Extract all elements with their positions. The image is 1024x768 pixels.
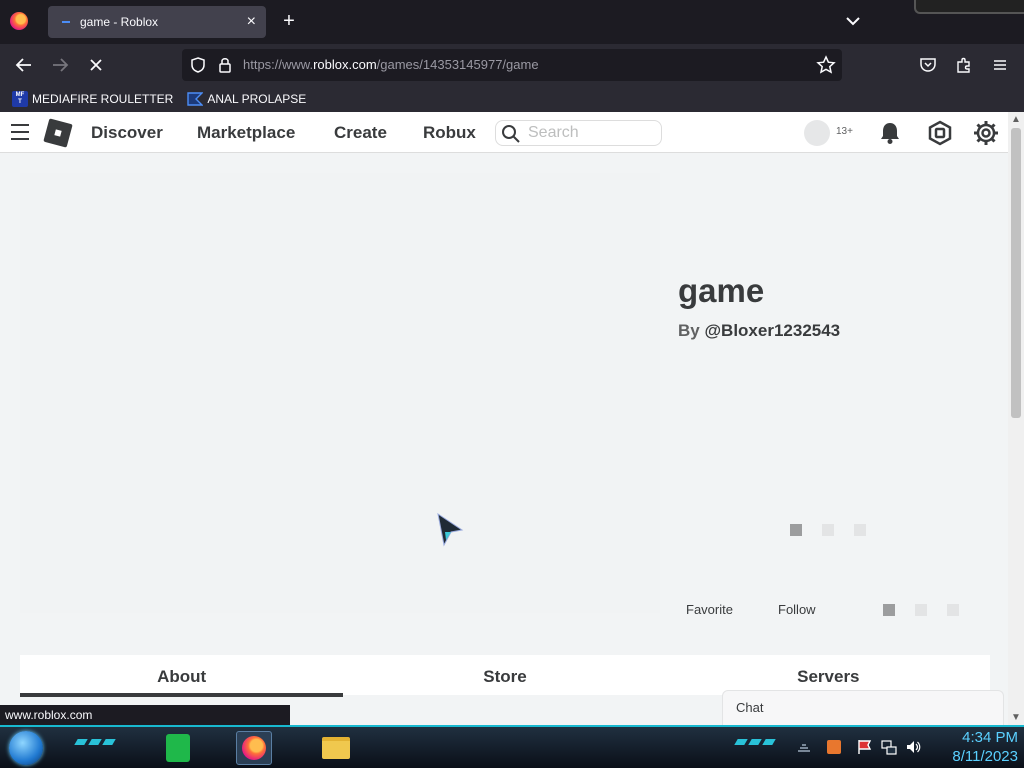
roblox-logo-icon[interactable]	[43, 118, 73, 148]
back-button[interactable]	[12, 53, 36, 77]
browser-navigation-bar: https://www.roblox.com/games/14353145977…	[0, 44, 1024, 86]
firefox-icon[interactable]	[10, 12, 28, 30]
new-tab-button[interactable]: +	[278, 10, 300, 32]
taskbar-decoration	[734, 739, 776, 745]
link-status-bar: www.roblox.com	[0, 705, 290, 725]
chevron-down-icon	[846, 17, 860, 26]
extensions-button[interactable]	[952, 53, 976, 77]
address-bar[interactable]: https://www.roblox.com/games/14353145977…	[182, 49, 842, 81]
window-frame-decoration	[914, 0, 1024, 14]
clock-date: 8/11/2023	[952, 748, 1018, 765]
system-clock[interactable]: 4:34 PM 8/11/2023	[930, 728, 1018, 766]
game-title: game	[678, 272, 765, 309]
show-hidden-icons-icon[interactable]	[796, 739, 812, 755]
arrow-left-icon	[15, 58, 31, 72]
pocket-button[interactable]	[916, 53, 940, 77]
nav-robux[interactable]: Robux	[423, 123, 476, 143]
taskbar: 4:34 PM 8/11/2023	[0, 725, 1024, 768]
app-menu-button[interactable]	[988, 53, 1012, 77]
page-scrollbar[interactable]: ▲ ▼	[1008, 112, 1024, 725]
action-center-flag-icon[interactable]	[857, 739, 873, 755]
bookmark-star-icon[interactable]	[816, 55, 836, 75]
hamburger-menu-button[interactable]	[11, 124, 29, 140]
loading-indicator-votes	[883, 604, 959, 616]
scrollbar-thumb[interactable]	[1011, 128, 1021, 418]
robux-icon[interactable]	[927, 120, 953, 146]
scroll-up-arrow-icon[interactable]: ▲	[1011, 114, 1021, 125]
search-icon[interactable]	[501, 124, 521, 144]
tray-app-icon[interactable]	[826, 739, 842, 755]
spreadsheet-icon	[166, 734, 190, 762]
volume-icon[interactable]	[905, 739, 921, 755]
gear-icon[interactable]	[973, 120, 999, 146]
mouse-cursor-icon	[437, 512, 464, 547]
bookmark-mediafire[interactable]: MF T MEDIAFIRE ROULETTER	[12, 91, 173, 107]
close-icon	[90, 59, 102, 71]
search-input[interactable]	[528, 124, 656, 142]
firefox-icon	[242, 736, 266, 760]
mediafire-icon: MF T	[12, 91, 28, 107]
nav-discover[interactable]: Discover	[91, 123, 163, 143]
clock-time: 4:34 PM	[962, 729, 1018, 746]
game-thumbnail-placeholder	[20, 173, 660, 613]
follow-button[interactable]: Follow	[778, 602, 816, 617]
creator-link[interactable]: @Bloxer1232543	[704, 321, 840, 340]
puzzle-piece-icon	[957, 57, 970, 73]
folder-icon	[322, 737, 350, 759]
taskbar-app-explorer[interactable]	[318, 731, 354, 765]
game-tabs: About Store Servers	[20, 655, 990, 697]
hamburger-menu-icon	[994, 60, 1006, 70]
forward-button[interactable]	[48, 53, 72, 77]
arrow-right-icon	[53, 58, 69, 72]
notifications-bell-icon[interactable]	[877, 120, 903, 146]
lock-icon[interactable]	[217, 56, 233, 74]
tab-servers[interactable]: Servers	[667, 655, 990, 695]
tab-title: game - Roblox	[80, 15, 159, 29]
browser-tab-active[interactable]: game - Roblox ×	[48, 6, 266, 38]
stop-loading-button[interactable]	[84, 53, 108, 77]
close-tab-button[interactable]: ×	[247, 14, 256, 30]
creator-prefix: By	[678, 321, 700, 340]
favorite-button[interactable]: Favorite	[686, 602, 733, 617]
roblox-favicon-icon	[62, 21, 70, 23]
roblox-header: Discover Marketplace Create Robux 13+	[0, 112, 1008, 153]
taskbar-app-sheets[interactable]	[160, 731, 196, 765]
list-all-tabs-button[interactable]	[842, 10, 864, 32]
url-text[interactable]: https://www.roblox.com/games/14353145977…	[243, 57, 539, 72]
loading-indicator	[790, 524, 866, 536]
chat-widget[interactable]: Chat	[722, 690, 1004, 725]
start-button[interactable]	[9, 731, 43, 765]
bookmark-label: ANAL PROLAPSE	[207, 92, 307, 106]
taskbar-decoration	[74, 739, 116, 745]
bookmark-label: MEDIAFIRE ROULETTER	[32, 92, 174, 106]
tab-about[interactable]: About	[20, 655, 344, 697]
shield-icon[interactable]	[189, 56, 207, 74]
tab-store[interactable]: Store	[343, 655, 666, 695]
browser-tab-strip: game - Roblox × +	[0, 0, 1024, 44]
network-icon[interactable]	[881, 739, 897, 755]
game-creator: By @Bloxer1232543	[678, 321, 840, 341]
avatar[interactable]	[804, 120, 830, 146]
taskbar-app-firefox[interactable]	[236, 731, 272, 765]
scroll-down-arrow-icon[interactable]: ▼	[1011, 712, 1021, 723]
age-badge: 13+	[836, 126, 853, 137]
search-box[interactable]	[495, 120, 662, 146]
game-page-content: game By @Bloxer1232543 Favorite Follow A…	[0, 153, 1008, 725]
bookmark-second[interactable]: ANAL PROLAPSE	[187, 91, 306, 107]
nav-marketplace[interactable]: Marketplace	[197, 123, 295, 143]
nav-create[interactable]: Create	[334, 123, 387, 143]
pocket-icon	[920, 58, 936, 72]
bookmark-folder-icon	[187, 92, 204, 106]
bookmarks-toolbar: MF T MEDIAFIRE ROULETTER ANAL PROLAPSE	[0, 86, 1024, 112]
